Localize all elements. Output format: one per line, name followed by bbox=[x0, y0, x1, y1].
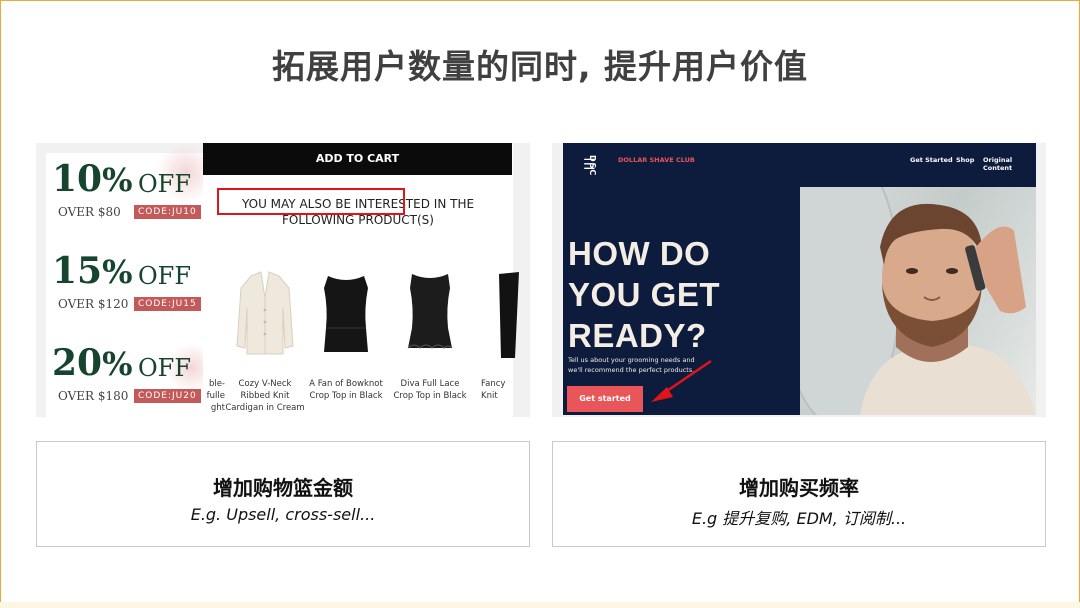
coupon-code: CODE:JU10 bbox=[134, 205, 201, 219]
dsc-page: ☰ DSC DOLLAR SHAVE CLUB Get Started Shop… bbox=[563, 143, 1036, 415]
headline-line: YOU GET bbox=[568, 276, 721, 313]
lace-top-icon bbox=[407, 274, 453, 349]
coupon-percent: % bbox=[102, 253, 133, 291]
dsc-brand[interactable]: DOLLAR SHAVE CLUB bbox=[618, 156, 695, 164]
coupon-amount: 20 bbox=[52, 342, 103, 384]
card-subtitle: E.g 提升复购, EDM, 订阅制... bbox=[691, 509, 907, 528]
product-caption: ble- fulle ght bbox=[206, 379, 225, 413]
garment-icon bbox=[153, 268, 217, 360]
product-page: ADD TO CART YOU MAY ALSO BE INTERESTED I… bbox=[203, 143, 519, 417]
bottom-strip bbox=[0, 602, 1080, 608]
card-basket-value: 增加购物篮金额 E.g. Upsell, cross-sell... bbox=[36, 441, 530, 547]
dsc-screenshot: ☰ DSC DOLLAR SHAVE CLUB Get Started Shop… bbox=[552, 143, 1046, 417]
card-heading: 增加购买频率 bbox=[739, 476, 859, 500]
upsell-screenshot: 10% OFF OVER $80 CODE:JU10 15% OFF OVER … bbox=[36, 143, 530, 417]
knit-icon bbox=[499, 272, 519, 358]
coupon-threshold: OVER $120 bbox=[58, 297, 129, 311]
product-list: ble- fulle ght Cozy V-Neck Ribbed Knit C… bbox=[203, 268, 519, 417]
product-caption: Diva Full Lace Crop Top in Black bbox=[393, 379, 467, 401]
headline-line: HOW DO bbox=[568, 235, 711, 272]
card-purchase-frequency: 增加购买频率 E.g 提升复购, EDM, 订阅制... bbox=[552, 441, 1046, 547]
product-caption: A Fan of Bowknot Crop Top in Black bbox=[309, 379, 383, 401]
cardigan-icon bbox=[236, 271, 294, 355]
get-started-button[interactable]: Get started bbox=[567, 386, 643, 412]
card-heading: 增加购物篮金额 bbox=[213, 476, 353, 500]
crop-top-icon bbox=[324, 276, 368, 352]
dsc-headline: HOW DO YOU GET READY? bbox=[568, 233, 720, 356]
coupon-percent: % bbox=[102, 161, 133, 199]
product-caption: Fancy Knit bbox=[481, 379, 506, 401]
coupon-threshold: OVER $180 bbox=[58, 389, 129, 403]
product-caption: Cozy V-Neck Ribbed Knit Cardigan in Crea… bbox=[225, 379, 305, 413]
red-arrow-icon bbox=[651, 359, 712, 402]
dsc-logo: DSC bbox=[588, 155, 597, 177]
nav-original-content[interactable]: Original Content bbox=[983, 156, 1036, 172]
card-subtitle: E.g. Upsell, cross-sell... bbox=[190, 505, 376, 524]
coupon-threshold: OVER $80 bbox=[58, 205, 121, 219]
coupon-percent: % bbox=[102, 345, 133, 383]
highlight-box bbox=[217, 188, 405, 215]
add-to-cart-button[interactable]: ADD TO CART bbox=[203, 143, 512, 175]
nav-shop[interactable]: Shop bbox=[956, 156, 974, 164]
man-shaving-photo bbox=[800, 187, 1036, 415]
nav-get-started[interactable]: Get Started bbox=[910, 156, 953, 164]
coupon-off: OFF bbox=[138, 170, 191, 198]
slide-title: 拓展用户数量的同时, 提升用户价值 bbox=[271, 47, 809, 86]
coupon-amount: 10 bbox=[52, 158, 103, 200]
coupon-amount: 15 bbox=[52, 250, 103, 292]
headline-line: READY? bbox=[568, 317, 707, 354]
